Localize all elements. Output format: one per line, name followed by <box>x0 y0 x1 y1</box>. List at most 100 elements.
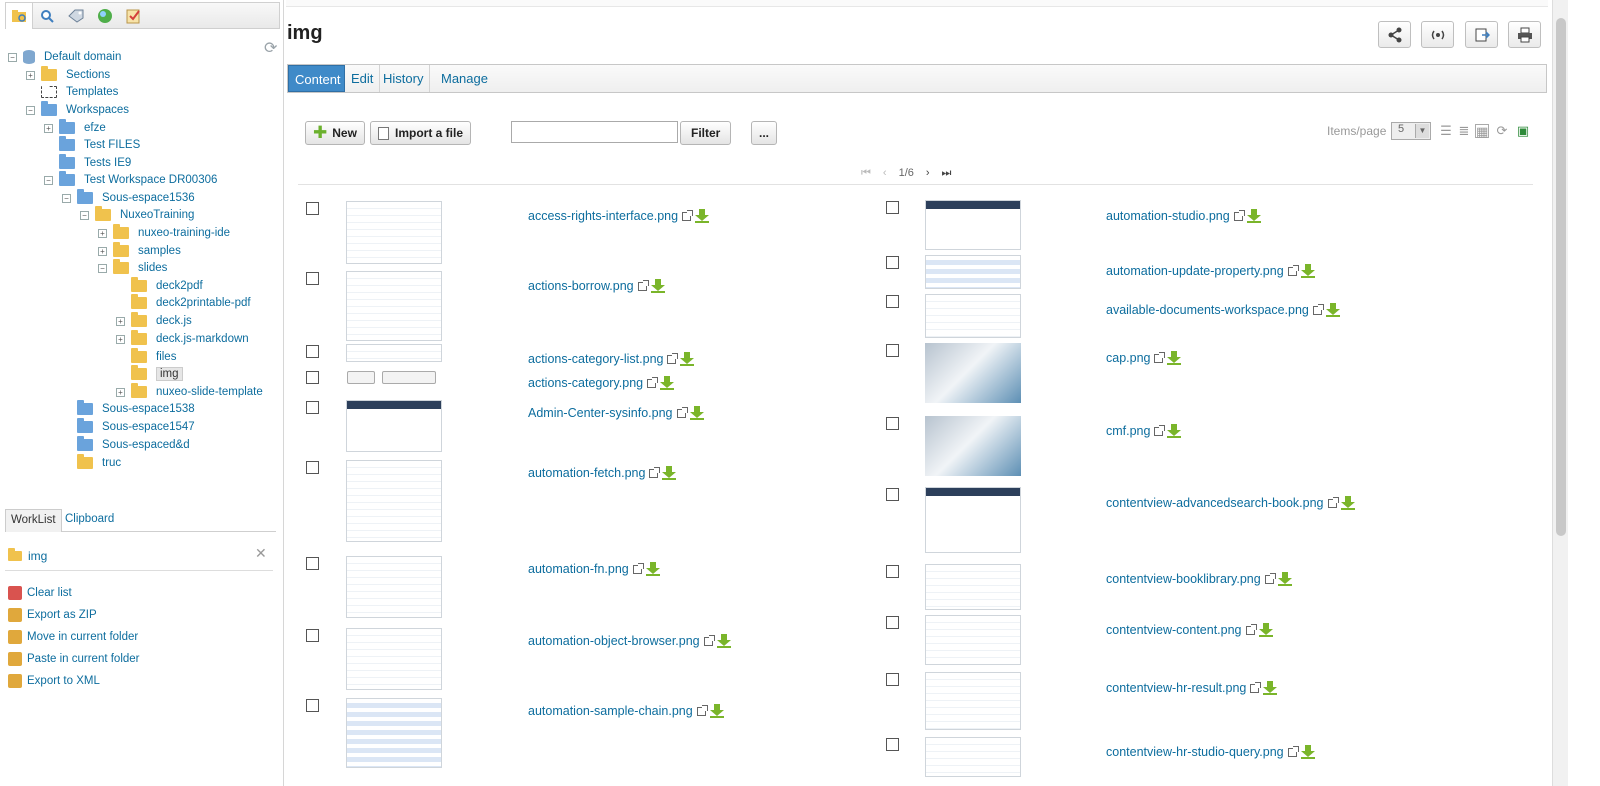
download-icon[interactable] <box>1167 351 1182 365</box>
document-name[interactable]: cap.png <box>1106 351 1150 365</box>
tree-node[interactable]: + nuxeo-training-ide <box>98 224 230 242</box>
tree-node-label[interactable]: Sous-espaced&d <box>102 439 190 451</box>
document-title-link[interactable]: actions-category.png <box>528 376 675 390</box>
download-icon[interactable] <box>689 406 704 420</box>
open-in-new-window-icon[interactable] <box>676 406 688 418</box>
tree-node-label[interactable]: Templates <box>66 86 118 98</box>
tree-node-label[interactable]: Sous-espace1538 <box>102 403 195 415</box>
document-thumbnail[interactable] <box>346 556 442 618</box>
filter-button[interactable]: Filter <box>680 121 732 145</box>
document-thumbnail[interactable] <box>346 271 442 341</box>
document-thumbnail[interactable] <box>346 201 442 264</box>
last-page-icon[interactable]: ⏭ <box>942 167 952 180</box>
tree-node-label[interactable]: truc <box>102 457 121 469</box>
download-icon[interactable] <box>1300 264 1315 278</box>
tree-node-label[interactable]: Default domain <box>44 51 121 63</box>
excel-export-icon[interactable]: ▣ <box>1516 124 1530 138</box>
document-title-link[interactable]: actions-category-list.png <box>528 352 695 366</box>
print-button[interactable] <box>1508 21 1541 48</box>
tree-node-label[interactable]: NuxeoTraining <box>120 209 194 221</box>
tree-node[interactable]: + deck.js-markdown <box>116 330 249 348</box>
select-checkbox[interactable] <box>886 616 899 629</box>
document-title-link[interactable]: contentview-hr-result.png <box>1106 681 1278 695</box>
tree-node-label[interactable]: img <box>156 367 183 381</box>
download-icon[interactable] <box>709 704 724 718</box>
tree-node-label[interactable]: Test Workspace DR00306 <box>84 174 217 186</box>
tree-node-label[interactable]: Workspaces <box>66 104 129 116</box>
select-checkbox[interactable] <box>306 629 319 642</box>
document-browser-icon[interactable] <box>6 3 33 29</box>
document-title-link[interactable]: access-rights-interface.png <box>528 209 710 223</box>
download-icon[interactable] <box>1340 496 1355 510</box>
select-checkbox[interactable] <box>306 401 319 414</box>
clear-list-label[interactable]: Clear list <box>27 587 72 599</box>
tree-node-label[interactable]: efze <box>84 122 106 134</box>
download-icon[interactable] <box>645 562 660 576</box>
document-name[interactable]: automation-update-property.png <box>1106 264 1284 278</box>
document-name[interactable]: contentview-content.png <box>1106 623 1242 637</box>
document-title-link[interactable]: automation-sample-chain.png <box>528 704 724 718</box>
tree-node-label[interactable]: Sous-espace1536 <box>102 192 195 204</box>
expand-icon[interactable]: + <box>98 246 107 256</box>
select-checkbox[interactable] <box>306 345 319 358</box>
collapse-icon[interactable]: − <box>26 105 35 115</box>
tree-node[interactable]: Test FILES <box>44 136 140 154</box>
tree-node[interactable]: + deck.js <box>116 312 192 330</box>
open-in-new-window-icon[interactable] <box>1233 209 1245 221</box>
open-in-new-window-icon[interactable] <box>647 376 659 388</box>
globe-icon[interactable] <box>91 3 118 28</box>
tab-worklist[interactable]: WorkList <box>5 509 62 532</box>
worklist-item[interactable]: img <box>8 548 273 564</box>
download-icon[interactable] <box>680 352 695 366</box>
download-icon[interactable] <box>1167 424 1182 438</box>
tree-node[interactable]: − Workspaces <box>26 101 129 119</box>
paste-action[interactable]: Paste in current folder <box>8 651 140 667</box>
tree-node-label[interactable]: deck2pdf <box>156 280 203 292</box>
tree-node[interactable]: − slides <box>98 259 167 277</box>
document-title-link[interactable]: available-documents-workspace.png <box>1106 303 1340 317</box>
tab-history[interactable]: History <box>377 65 431 92</box>
document-name[interactable]: automation-sample-chain.png <box>528 704 693 718</box>
open-in-new-window-icon[interactable] <box>1287 264 1299 276</box>
tree-node[interactable]: − Sous-espace1536 <box>62 189 195 207</box>
collapse-icon[interactable]: − <box>98 263 107 273</box>
select-checkbox[interactable] <box>306 371 319 384</box>
tree-node-label[interactable]: Sections <box>66 69 110 81</box>
tree-node[interactable]: Sous-espace1538 <box>62 400 195 418</box>
tree-node[interactable]: + samples <box>98 242 181 260</box>
move-action[interactable]: Move in current folder <box>8 629 138 645</box>
document-title-link[interactable]: automation-fn.png <box>528 562 660 576</box>
expand-icon[interactable]: + <box>98 228 107 238</box>
download-icon[interactable] <box>650 279 665 293</box>
open-in-new-window-icon[interactable] <box>703 634 715 646</box>
open-in-new-window-icon[interactable] <box>1245 623 1257 635</box>
tree-node-label[interactable]: nuxeo-training-ide <box>138 227 230 239</box>
document-thumbnail[interactable] <box>346 460 442 542</box>
thumbnail-view-icon[interactable]: ▦ <box>1475 124 1489 139</box>
document-title-link[interactable]: actions-borrow.png <box>528 279 665 293</box>
download-icon[interactable] <box>695 209 710 223</box>
tab-edit[interactable]: Edit <box>345 65 381 92</box>
tree-node[interactable]: − Test Workspace DR00306 <box>44 171 217 189</box>
refresh-icon[interactable]: ⟳ <box>1495 124 1509 138</box>
clear-list-action[interactable]: Clear list <box>8 585 72 601</box>
open-in-new-window-icon[interactable] <box>1154 424 1166 436</box>
export-zip-label[interactable]: Export as ZIP <box>27 609 97 621</box>
document-name[interactable]: cmf.png <box>1106 424 1150 438</box>
scrollbar-thumb[interactable] <box>1556 18 1566 536</box>
document-title-link[interactable]: contentview-booklibrary.png <box>1106 572 1292 586</box>
collapse-icon[interactable]: − <box>62 193 71 203</box>
collapse-icon[interactable]: − <box>8 52 17 62</box>
move-label[interactable]: Move in current folder <box>27 631 138 643</box>
document-title-link[interactable]: automation-update-property.png <box>1106 264 1315 278</box>
open-in-new-window-icon[interactable] <box>1327 496 1339 508</box>
tree-node[interactable]: − NuxeoTraining <box>80 206 194 224</box>
document-title-link[interactable]: automation-object-browser.png <box>528 634 731 648</box>
open-in-new-window-icon[interactable] <box>1250 681 1262 693</box>
refresh-tree-icon[interactable]: ⟳ <box>264 38 277 58</box>
tree-node-label[interactable]: deck.js <box>156 315 192 327</box>
tree-node[interactable]: + nuxeo-slide-template <box>116 383 263 401</box>
export-xml-label[interactable]: Export to XML <box>27 675 100 687</box>
download-icon[interactable] <box>1300 745 1315 759</box>
open-in-new-window-icon[interactable] <box>667 352 679 364</box>
